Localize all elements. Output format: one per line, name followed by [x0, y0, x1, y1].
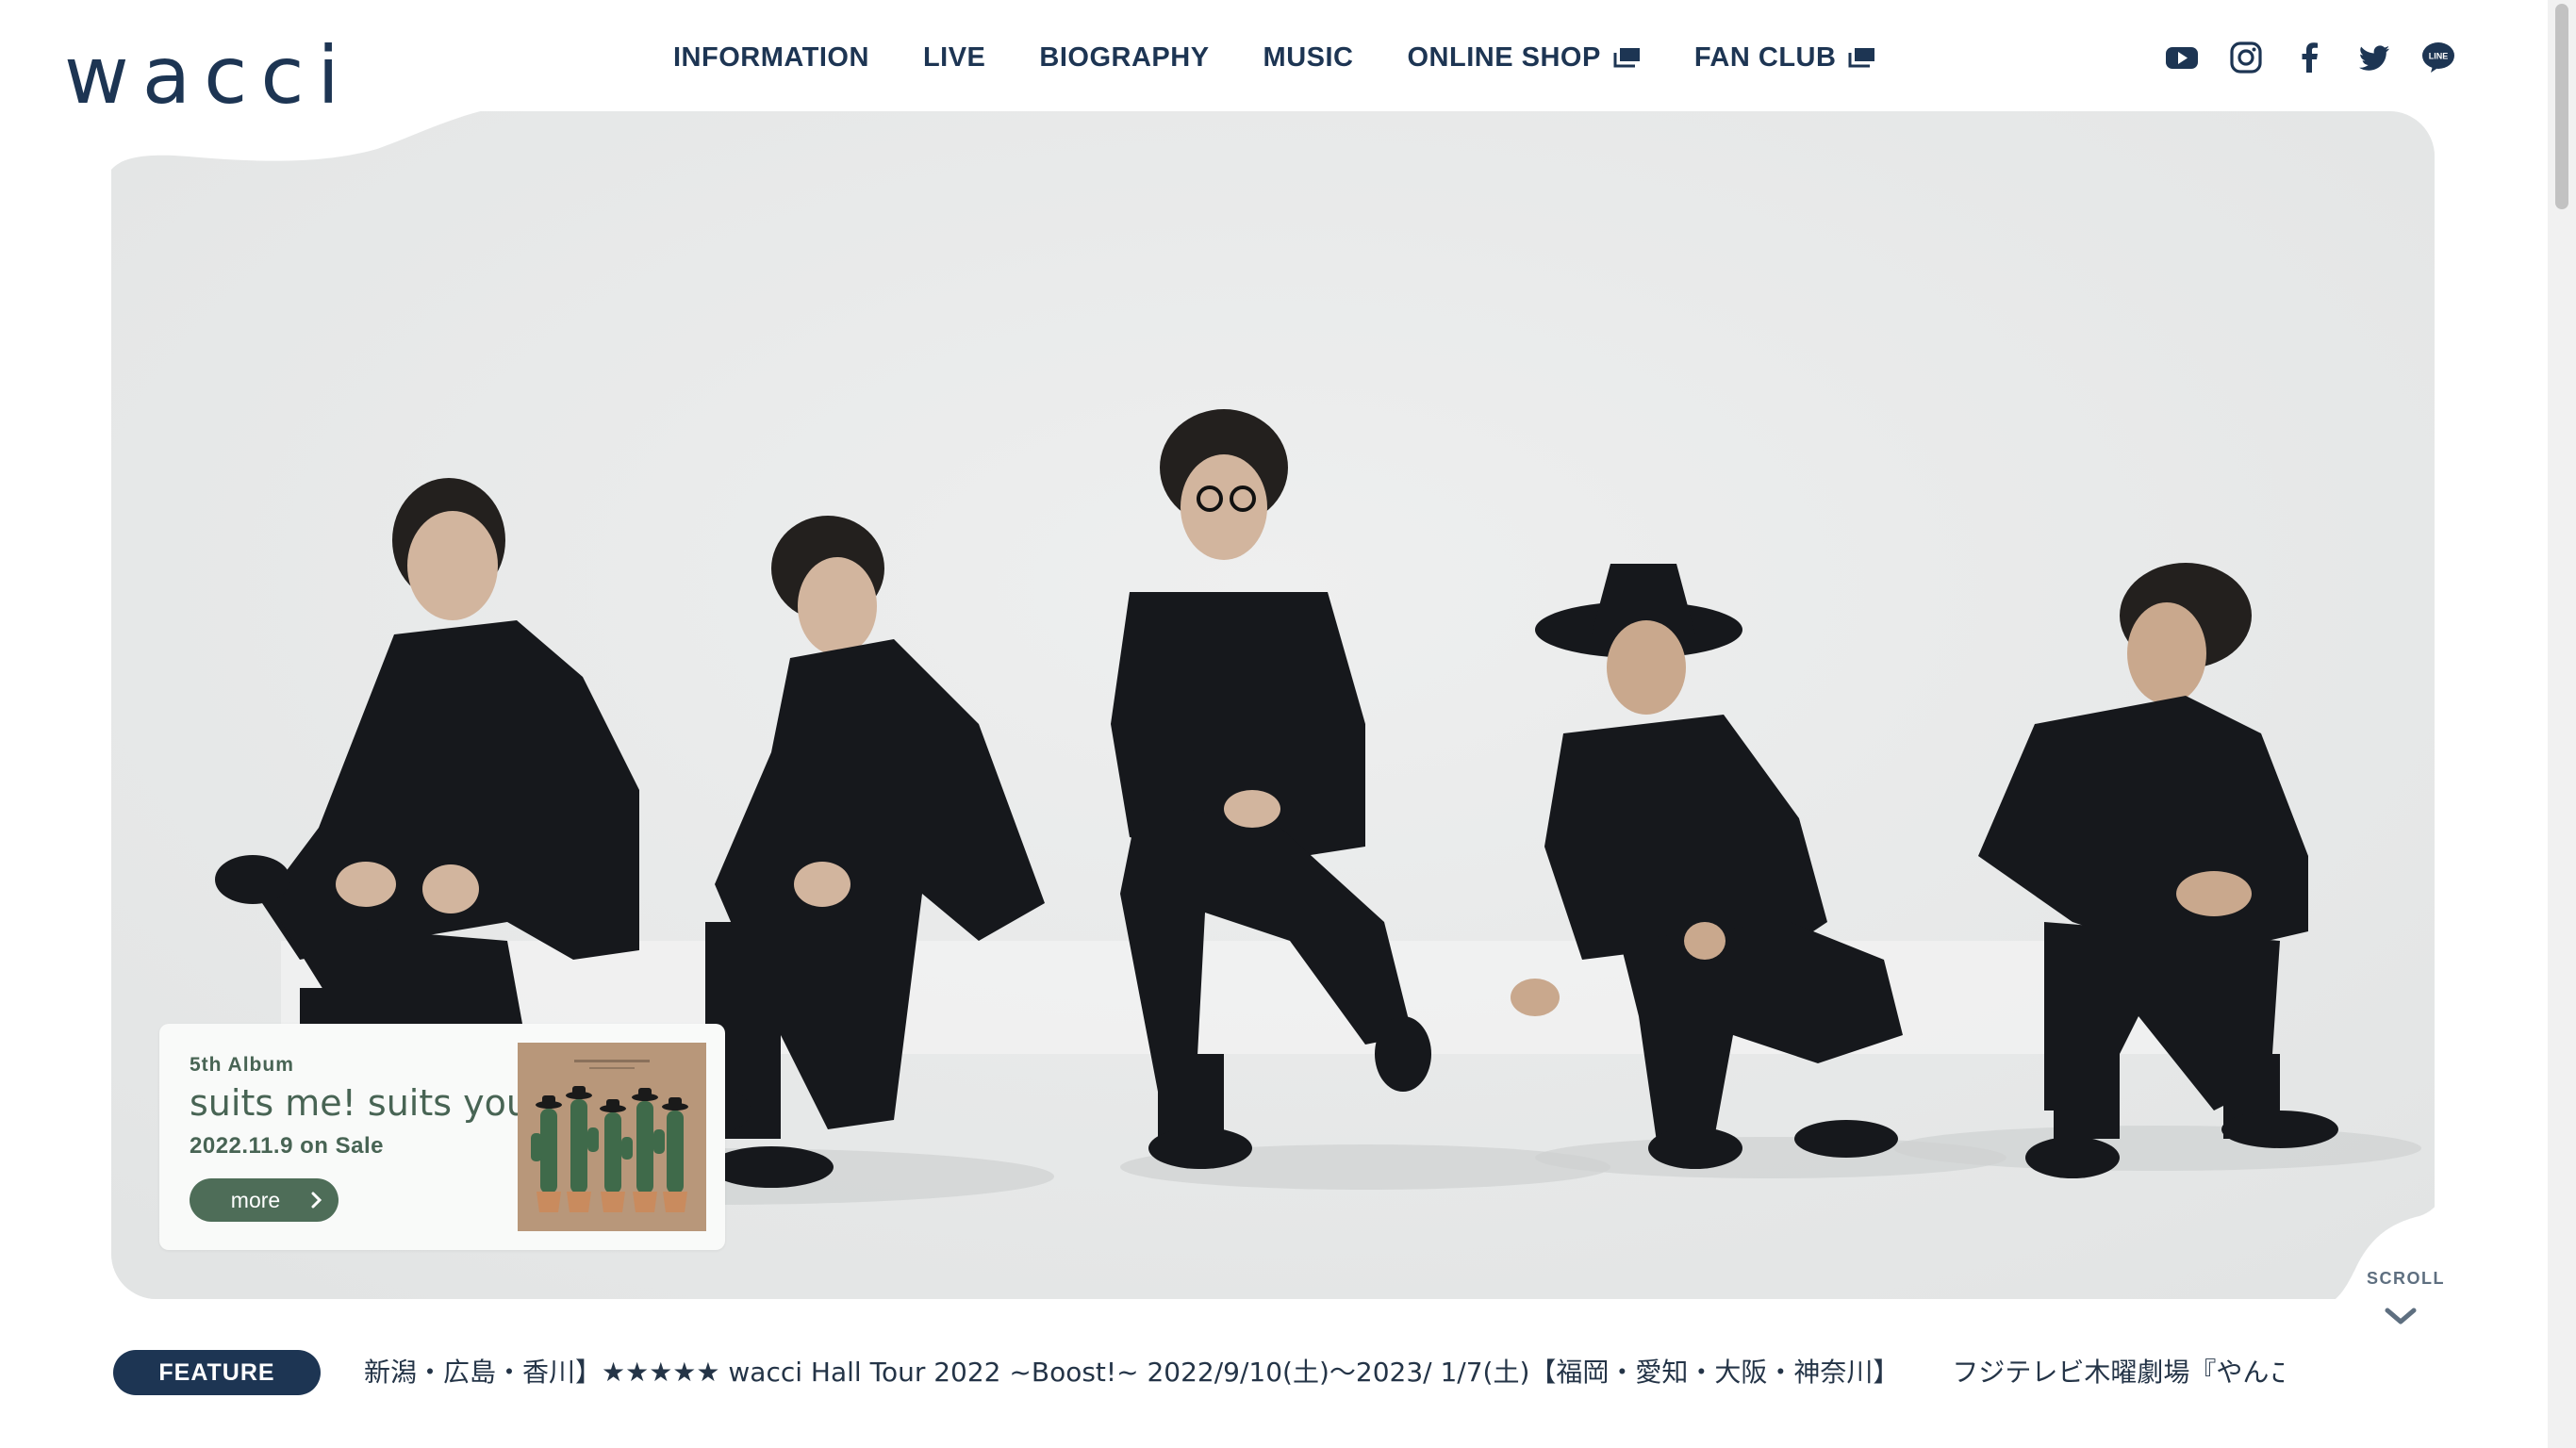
nav-live-label: LIVE — [922, 41, 986, 73]
external-window-icon — [1847, 47, 1875, 68]
scroll-label: SCROLL — [2367, 1269, 2445, 1288]
album-title: suits me! suits you! — [190, 1082, 544, 1124]
youtube-icon[interactable] — [2165, 41, 2199, 74]
social-links: LINE — [2165, 36, 2455, 79]
chevron-right-icon — [311, 1192, 322, 1209]
facebook-icon[interactable] — [2293, 41, 2327, 74]
nav-online-shop-label: ONLINE SHOP — [1407, 41, 1601, 73]
nav-online-shop[interactable]: ONLINE SHOP — [1408, 42, 1641, 74]
nav-fan-club[interactable]: FAN CLUB — [1694, 42, 1876, 74]
line-icon[interactable]: LINE — [2421, 41, 2455, 74]
nav-information-label: INFORMATION — [673, 41, 869, 73]
nav-music[interactable]: MUSIC — [1263, 42, 1354, 74]
album-release-date: 2022.11.9 on Sale — [190, 1133, 384, 1159]
feature-item[interactable]: フジテレビ木曜劇場『やんごとなき一族』 — [1952, 1357, 2284, 1388]
nav-biography-label: BIOGRAPHY — [1039, 41, 1210, 73]
nav-biography[interactable]: BIOGRAPHY — [1039, 42, 1209, 74]
feature-ticker: 新潟・広島・香川】★★★★★ wacci Hall Tour 2022 ~Boo… — [364, 1348, 2284, 1397]
nav-fan-club-label: FAN CLUB — [1693, 41, 1837, 73]
nav-music-label: MUSIC — [1263, 41, 1354, 73]
album-card[interactable]: 5th Album suits me! suits you! 2022.11.9… — [159, 1024, 725, 1250]
more-button[interactable]: more — [190, 1178, 339, 1222]
hero-corner-wave — [104, 104, 519, 170]
scrollbar-thumb[interactable] — [2555, 4, 2568, 209]
page-scrollbar[interactable] — [2548, 0, 2576, 1448]
more-button-label: more — [230, 1187, 281, 1212]
chevron-down-icon[interactable] — [2384, 1307, 2418, 1327]
svg-text:LINE: LINE — [2429, 52, 2449, 61]
hero-scroll-notch — [2306, 1178, 2448, 1310]
feature-badge: FEATURE — [113, 1350, 321, 1395]
nav-live[interactable]: LIVE — [923, 42, 985, 74]
twitter-icon[interactable] — [2357, 41, 2391, 74]
instagram-icon[interactable] — [2229, 41, 2263, 74]
nav-information[interactable]: INFORMATION — [673, 42, 869, 74]
external-window-icon — [1612, 47, 1641, 68]
album-subtitle: 5th Album — [190, 1054, 294, 1076]
feature-item[interactable]: 新潟・広島・香川】★★★★★ wacci Hall Tour 2022 ~Boo… — [364, 1357, 1899, 1388]
album-jacket-image[interactable] — [518, 1043, 706, 1231]
main-nav: INFORMATION LIVE BIOGRAPHY MUSIC ONLINE … — [673, 36, 1875, 79]
